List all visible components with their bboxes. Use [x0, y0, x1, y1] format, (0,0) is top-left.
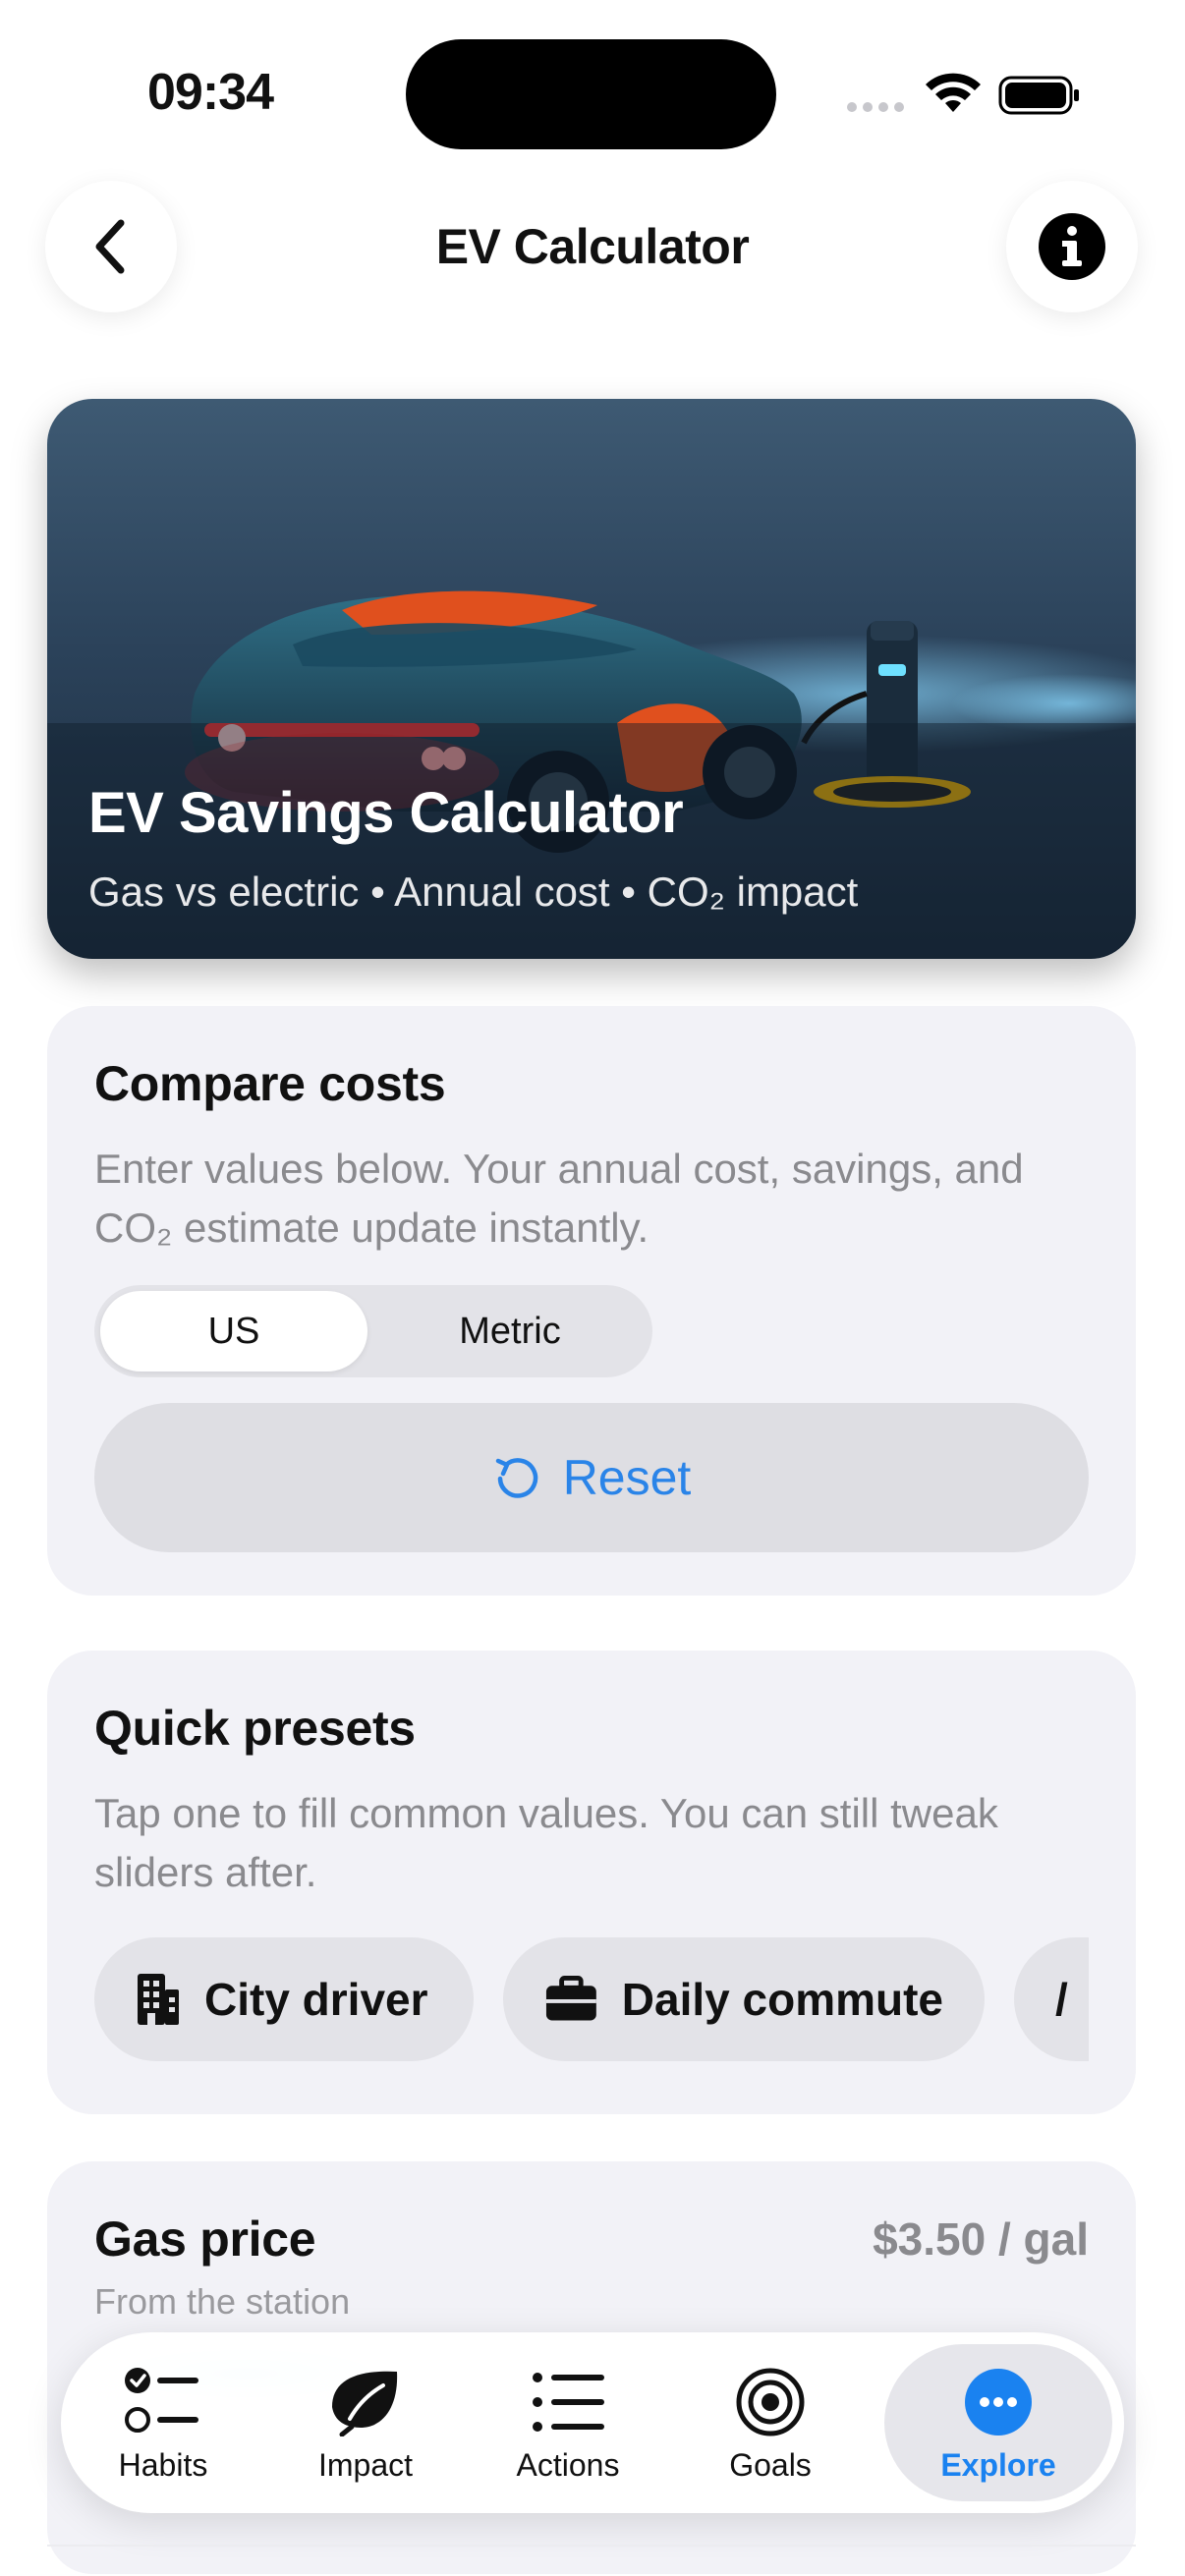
reset-icon	[495, 1458, 537, 1498]
tab-impact[interactable]: Impact	[277, 2332, 454, 2513]
tab-label: Explore	[940, 2446, 1056, 2483]
tab-actions[interactable]: Actions	[480, 2332, 656, 2513]
preset-chip-more[interactable]: /	[1014, 1937, 1089, 2061]
chip-label: Daily commute	[621, 1974, 943, 2025]
leaf-icon	[332, 2371, 398, 2436]
hero-title: EV Savings Calculator	[88, 781, 684, 845]
building-icon	[138, 1974, 179, 2025]
hero-subtitle: Gas vs electric • Annual cost • CO₂ impa…	[88, 868, 859, 915]
wifi-icon	[926, 73, 981, 112]
compare-costs-title: Compare costs	[94, 1056, 446, 1111]
list-icon	[533, 2372, 604, 2432]
tab-habits[interactable]: Habits	[75, 2332, 252, 2513]
gas-price-subtitle: From the station	[94, 2281, 351, 2322]
reset-button[interactable]: Reset	[94, 1403, 1089, 1552]
preset-chip-city-driver[interactable]: City driver	[94, 1937, 474, 2061]
gas-price-value: $3.50 / gal	[873, 2213, 1089, 2265]
checklist-icon	[125, 2367, 198, 2433]
chip-label: City driver	[204, 1974, 428, 2025]
chip-label: /	[1055, 1974, 1068, 2025]
tab-goals[interactable]: Goals	[682, 2332, 859, 2513]
tab-label: Actions	[516, 2446, 620, 2483]
target-icon	[736, 2368, 805, 2436]
more-icon	[965, 2368, 1032, 2436]
compare-costs-card: Compare costs Enter values below. Your a…	[47, 1006, 1136, 1596]
unit-option-metric[interactable]: Metric	[373, 1291, 647, 1372]
tab-label: Goals	[729, 2446, 812, 2483]
cellular-signal-icon	[847, 102, 904, 112]
unit-option-us[interactable]: US	[100, 1291, 367, 1372]
dynamic-island	[406, 39, 776, 149]
info-button[interactable]	[1006, 181, 1138, 312]
preset-chip-row[interactable]: City driver Daily commute /	[94, 1937, 1089, 2061]
tab-label: Impact	[317, 2446, 414, 2483]
gas-price-title: Gas price	[94, 2212, 316, 2267]
reset-label: Reset	[562, 1450, 692, 1505]
tab-label: Habits	[118, 2446, 208, 2483]
compare-costs-description: Enter values below. Your annual cost, sa…	[94, 1146, 1024, 1251]
unit-segmented-control[interactable]: US Metric	[94, 1285, 652, 1377]
divider	[47, 2545, 1136, 2547]
battery-icon	[998, 76, 1079, 115]
hero-banner: EV Savings Calculator Gas vs electric • …	[47, 399, 1136, 959]
status-time: 09:34	[147, 64, 274, 121]
quick-presets-description: Tap one to fill common values. You can s…	[94, 1790, 998, 1895]
info-icon	[1039, 213, 1105, 280]
tab-explore[interactable]: Explore	[884, 2344, 1112, 2501]
tab-bar: Habits Impact Actions Goals Explore	[61, 2332, 1124, 2513]
quick-presets-title: Quick presets	[94, 1701, 416, 1756]
quick-presets-card: Quick presets Tap one to fill common val…	[47, 1651, 1136, 2114]
preset-chip-daily-commute[interactable]: Daily commute	[503, 1937, 985, 2061]
briefcase-icon	[545, 1976, 596, 2021]
